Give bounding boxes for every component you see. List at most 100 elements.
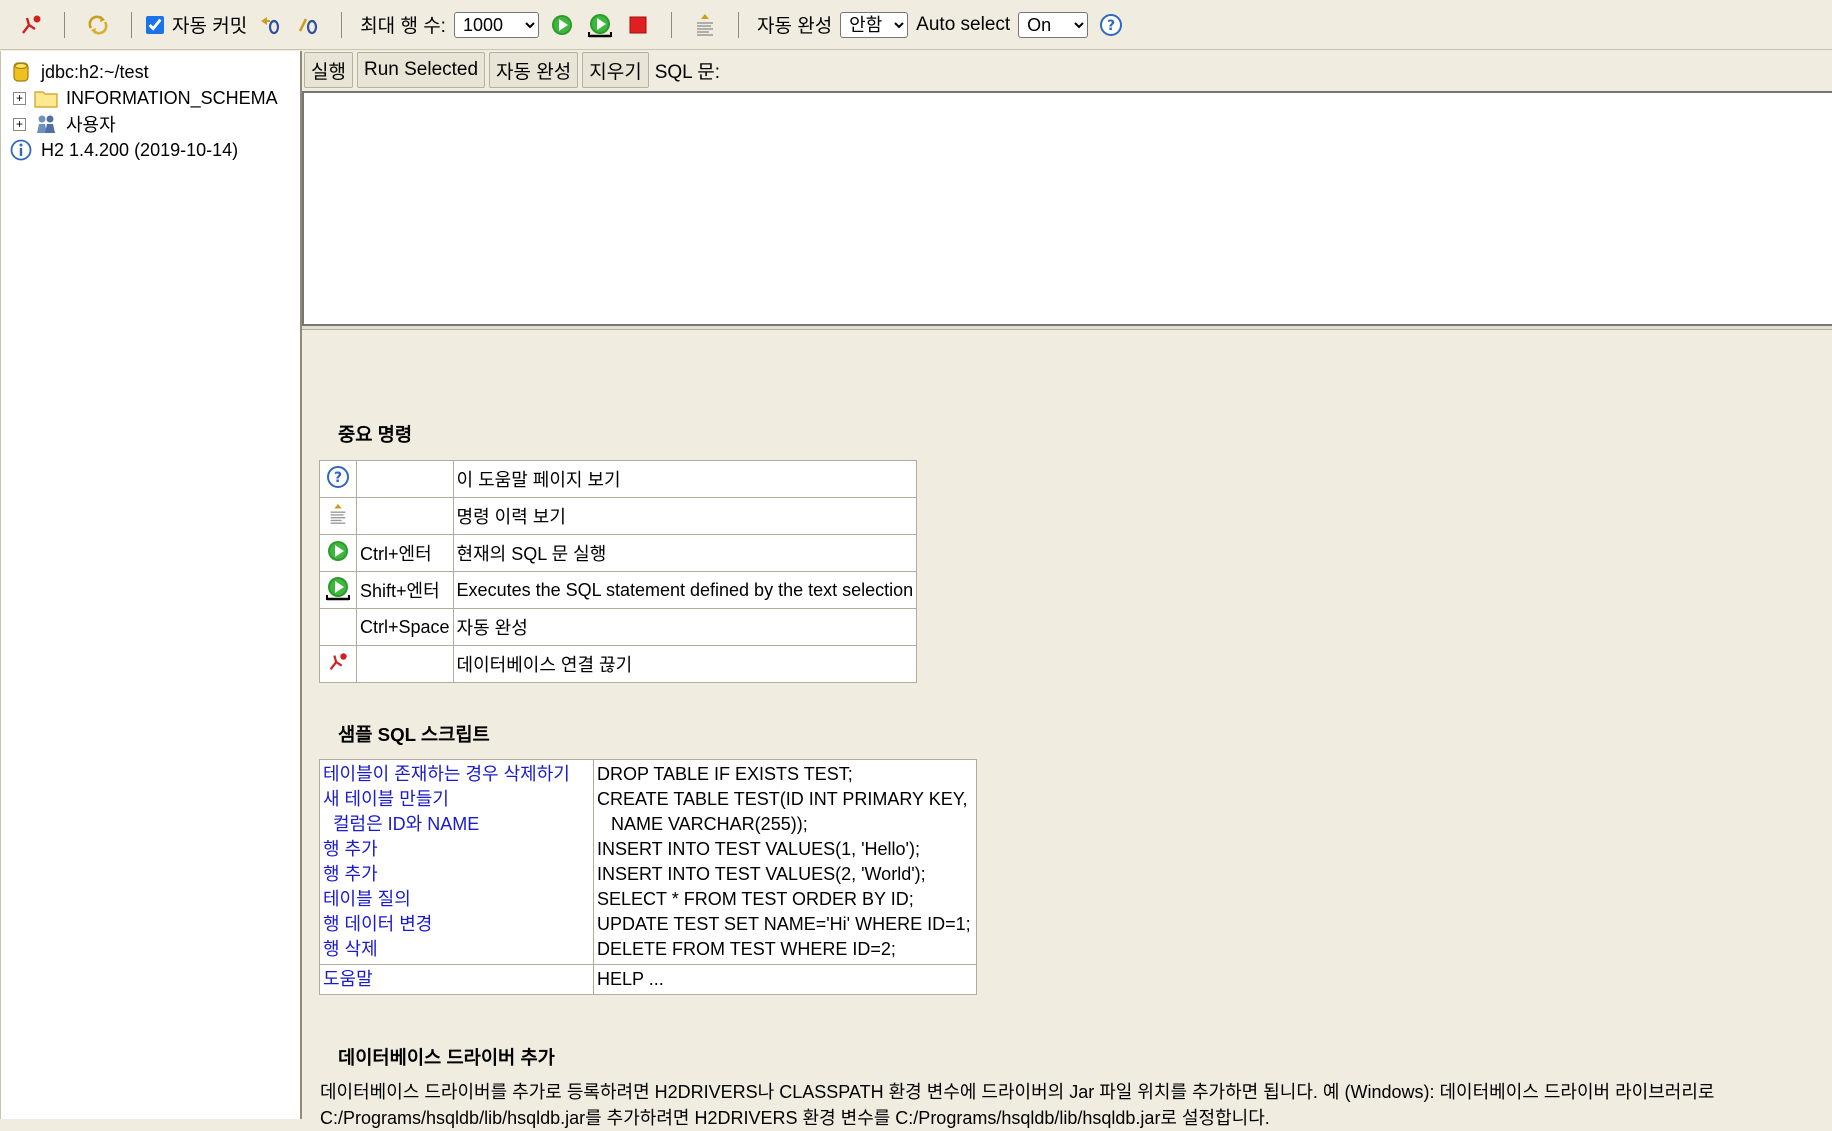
- sql-input[interactable]: [302, 91, 1832, 326]
- toolbar-separator: [737, 11, 739, 38]
- sample-link[interactable]: 테이블 질의: [323, 887, 590, 912]
- commit-icon[interactable]: [295, 12, 321, 38]
- tree-version-label: H2 1.4.200 (2019-10-14): [41, 139, 239, 160]
- autocomplete-select[interactable]: 안함: [840, 11, 909, 38]
- help-icon: ?: [327, 465, 349, 488]
- clear-button[interactable]: 지우기: [582, 52, 649, 88]
- command-icon-cell: [319, 497, 357, 535]
- help-sql: HELP ...: [593, 964, 977, 995]
- command-icon-cell: ?: [319, 460, 357, 498]
- command-icon-cell: [319, 645, 357, 683]
- max-rows-label: 최대 행 수:: [360, 16, 446, 37]
- sample-link[interactable]: 행 삭제: [323, 937, 590, 962]
- disconnect-icon[interactable]: [18, 12, 44, 38]
- history-icon: [330, 503, 346, 524]
- command-key: [356, 645, 454, 683]
- sample-sql: SELECT * FROM TEST ORDER BY ID;: [597, 889, 914, 909]
- command-key: [356, 460, 454, 498]
- svg-text:?: ?: [334, 470, 342, 486]
- run-icon[interactable]: [549, 12, 575, 38]
- command-desc: 이 도움말 페이지 보기: [452, 460, 918, 498]
- command-desc: 데이터베이스 연결 끊기: [452, 645, 918, 683]
- splitter-handle[interactable]: [302, 326, 1832, 330]
- sample-link[interactable]: 행 데이터 변경: [323, 912, 590, 937]
- tree-item-label: 사용자: [66, 115, 116, 135]
- sample-sql: INSERT INTO TEST VALUES(1, 'Hello');: [597, 839, 920, 859]
- sample-sql: NAME VARCHAR(255));: [611, 814, 808, 834]
- sample-link[interactable]: 새 테이블 만들기: [323, 787, 590, 812]
- autoselect-label: Auto select: [916, 13, 1011, 35]
- sample-link[interactable]: 행 추가: [323, 862, 590, 887]
- run-button[interactable]: 실행: [304, 52, 353, 88]
- info-icon: [9, 139, 33, 161]
- table-row: 테이블이 존재하는 경우 삭제하기 새 테이블 만들기 컬럼은 ID와 NAME…: [319, 759, 977, 965]
- sql-statement-label: SQL 문:: [654, 61, 721, 83]
- sample-sql: DROP TABLE IF EXISTS TEST;: [597, 764, 853, 784]
- command-desc: 명령 이력 보기: [452, 497, 918, 535]
- run-selected-icon: [326, 576, 350, 600]
- sample-scripts-table: 테이블이 존재하는 경우 삭제하기 새 테이블 만들기 컬럼은 ID와 NAME…: [319, 759, 977, 995]
- max-rows-select[interactable]: 1000: [453, 11, 539, 38]
- toolbar-separator: [64, 11, 65, 38]
- command-desc: 현재의 SQL 문 실행: [452, 534, 918, 572]
- autocomplete-button[interactable]: 자동 완성: [489, 52, 579, 88]
- sample-labels-cell: 테이블이 존재하는 경우 삭제하기 새 테이블 만들기 컬럼은 ID와 NAME…: [319, 759, 594, 965]
- run-selected-icon[interactable]: [587, 12, 613, 38]
- svg-text:?: ?: [1107, 18, 1115, 34]
- sample-sql: CREATE TABLE TEST(ID INT PRIMARY KEY,: [597, 789, 968, 809]
- help-link[interactable]: 도움말: [319, 964, 594, 995]
- table-row: 데이터베이스 연결 끊기: [319, 645, 918, 683]
- history-icon[interactable]: [692, 12, 718, 38]
- table-row: 명령 이력 보기: [319, 497, 918, 535]
- autocommit-checkbox[interactable]: [146, 15, 164, 34]
- commands-table: ? 이 도움말 페이지 보기 명령 이력 보기 Ctrl+엔터 현재의 SQL …: [319, 460, 918, 683]
- autocommit-label: 자동 커밋: [172, 16, 248, 37]
- users-icon: [34, 113, 58, 135]
- toolbar-separator: [131, 11, 132, 38]
- toolbar: 자동 커밋 최대 행 수: 1000 자동 완성 안함 Auto select …: [0, 0, 1832, 50]
- add-driver-text: 데이터베이스 드라이버를 추가로 등록하려면 H2DRIVERS나 CLASSP…: [320, 1082, 1715, 1128]
- folder-icon: [34, 87, 58, 109]
- command-desc: 자동 완성: [452, 608, 918, 646]
- sample-sql: DELETE FROM TEST WHERE ID=2;: [597, 939, 896, 959]
- sample-link[interactable]: 테이블이 존재하는 경우 삭제하기: [323, 762, 590, 787]
- command-icon-cell: [319, 608, 357, 646]
- table-row: Ctrl+엔터 현재의 SQL 문 실행: [319, 534, 918, 572]
- schema-tree: jdbc:h2:~/test + INFORMATION_SCHEMA + 사용…: [0, 51, 302, 1119]
- command-key: Ctrl+Space: [356, 608, 454, 646]
- autoselect-select[interactable]: On: [1018, 11, 1089, 38]
- tree-connection-label: jdbc:h2:~/test: [41, 61, 149, 82]
- run-selected-button[interactable]: Run Selected: [356, 52, 486, 88]
- table-row: ? 이 도움말 페이지 보기: [319, 460, 918, 498]
- expand-icon[interactable]: +: [13, 117, 26, 131]
- tree-item-users[interactable]: + 사용자: [1, 111, 300, 137]
- tree-item-label: INFORMATION_SCHEMA: [66, 87, 278, 108]
- sample-sql-cell: DROP TABLE IF EXISTS TEST; CREATE TABLE …: [593, 759, 977, 965]
- sql-toolbar: 실행 Run Selected 자동 완성 지우기 SQL 문:: [302, 51, 1832, 89]
- table-row: Ctrl+Space 자동 완성: [319, 608, 918, 646]
- main-panel: 실행 Run Selected 자동 완성 지우기 SQL 문: 중요 명령 ?…: [302, 51, 1832, 1128]
- sample-scripts-title: 샘플 SQL 스크립트: [338, 723, 490, 745]
- add-driver-title: 데이터베이스 드라이버 추가: [338, 1046, 555, 1068]
- expand-icon[interactable]: +: [13, 91, 26, 105]
- sample-sql: UPDATE TEST SET NAME='Hi' WHERE ID=1;: [597, 914, 971, 934]
- table-row: 도움말 HELP ...: [319, 964, 977, 995]
- refresh-icon[interactable]: [85, 12, 111, 38]
- sample-sql: INSERT INTO TEST VALUES(2, 'World');: [597, 864, 926, 884]
- disconnect-icon: [329, 652, 347, 670]
- sample-link[interactable]: 행 추가: [323, 837, 590, 862]
- table-row: Shift+엔터 Executes the SQL statement defi…: [319, 571, 918, 609]
- help-icon[interactable]: ?: [1098, 12, 1124, 38]
- run-icon: [328, 540, 348, 561]
- stop-icon[interactable]: [625, 12, 651, 38]
- important-commands-title: 중요 명령: [338, 423, 413, 445]
- command-key: [356, 497, 454, 535]
- command-key: Ctrl+엔터: [356, 534, 454, 572]
- sample-link[interactable]: 컬럼은 ID와 NAME: [323, 812, 590, 837]
- tree-item-information-schema[interactable]: + INFORMATION_SCHEMA: [1, 85, 300, 111]
- tree-connection[interactable]: jdbc:h2:~/test: [1, 59, 300, 85]
- rollback-icon[interactable]: [257, 12, 283, 38]
- command-desc: Executes the SQL statement defined by th…: [452, 571, 918, 609]
- database-icon: [9, 61, 33, 83]
- command-icon-cell: [319, 534, 357, 572]
